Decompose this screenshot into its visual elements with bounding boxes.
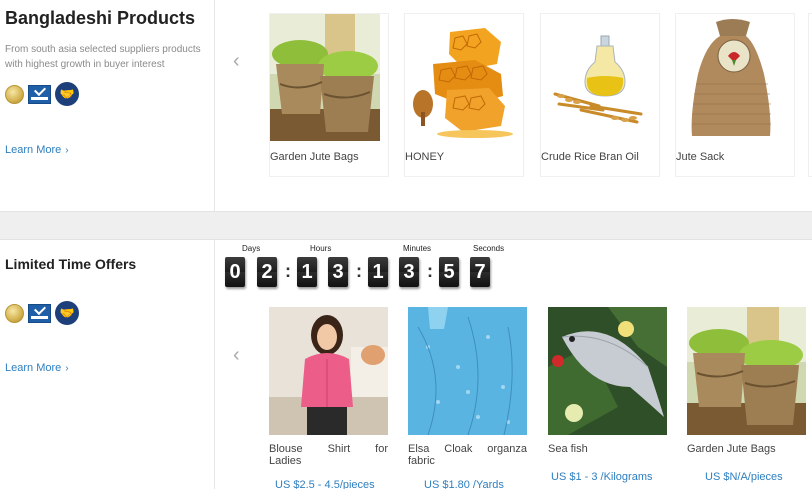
product-image	[541, 14, 651, 141]
product-price: US $1.80 /Yards	[424, 479, 504, 489]
learn-more-link[interactable]: Learn More ›	[5, 362, 69, 374]
product-card[interactable]: Blouse Shirt for Ladies US $2.5 - 4.5/pi…	[269, 307, 388, 489]
seconds-digit: 5	[439, 257, 459, 287]
supplier-badges: 🤝	[5, 301, 79, 325]
days-digit: 0	[225, 257, 245, 287]
product-image	[405, 14, 515, 141]
product-name: Elsa Cloak organza fabric	[408, 443, 527, 467]
product-image	[687, 307, 806, 435]
hours-label: Hours	[310, 244, 332, 253]
chevron-right-icon: ›	[65, 363, 69, 374]
gold-supplier-icon	[5, 84, 24, 104]
minutes-label: Minutes	[403, 244, 432, 253]
limited-time-offers-section: Limited Time Offers 🤝 Learn More › Days H…	[0, 240, 812, 489]
seconds-digit: 7	[470, 257, 490, 287]
minutes-digit: 1	[368, 257, 388, 287]
trade-assurance-icon: 🤝	[55, 301, 79, 325]
product-card[interactable]: Jute Sack	[675, 13, 795, 177]
product-card[interactable]: Sea fish US $1 - 3 /Kilograms	[548, 307, 667, 489]
product-card[interactable]: HONEY	[404, 13, 524, 177]
product-name: Blouse Shirt for Ladies	[269, 443, 388, 467]
product-name: Garden Jute Bags	[270, 151, 359, 163]
supplier-badges: 🤝	[5, 82, 79, 106]
product-card[interactable]: Elsa Cloak organza fabric US $1.80 /Yard…	[408, 307, 527, 489]
product-image	[270, 14, 380, 141]
chevron-left-icon[interactable]: ‹	[233, 345, 240, 365]
verified-icon	[28, 303, 51, 323]
product-card[interactable]: Crude Rice Bran Oil	[540, 13, 660, 177]
product-price: US $2.5 - 4.5/pieces	[275, 479, 375, 489]
seconds-label: Seconds	[473, 244, 505, 253]
chevron-right-icon: ›	[65, 145, 69, 156]
gold-supplier-icon	[5, 303, 24, 323]
section-title: Limited Time Offers	[5, 256, 137, 272]
product-image	[269, 307, 388, 435]
section-title: Bangladeshi Products	[5, 8, 196, 28]
timer-separator: :	[285, 261, 291, 281]
bangladeshi-products-section: Bangladeshi Products From south asia sel…	[0, 0, 812, 211]
product-image	[408, 307, 527, 435]
section-description: From south asia selected suppliers produ…	[5, 44, 201, 70]
days-label: Days	[242, 244, 261, 253]
section-info-panel: Bangladeshi Products From south asia sel…	[0, 0, 215, 211]
learn-more-link[interactable]: Learn More ›	[5, 144, 69, 156]
product-image	[676, 14, 786, 141]
hours-digit: 1	[297, 257, 317, 287]
product-card[interactable]: Garden Jute Bags US $N/A/pieces	[687, 307, 806, 489]
product-name: Crude Rice Bran Oil	[541, 151, 639, 163]
product-name: HONEY	[405, 151, 445, 163]
chevron-left-icon[interactable]: ‹	[233, 51, 240, 71]
trade-assurance-icon: 🤝	[55, 82, 79, 106]
product-price: US $1 - 3 /Kilograms	[551, 471, 653, 483]
timer-separator: :	[427, 261, 433, 281]
minutes-digit: 3	[399, 257, 419, 287]
product-card-partial[interactable]	[808, 13, 812, 177]
product-price: US $N/A/pieces	[705, 471, 783, 483]
product-name: Jute Sack	[676, 151, 725, 163]
verified-icon	[28, 84, 51, 104]
hours-digit: 3	[328, 257, 348, 287]
product-name: Sea fish	[548, 443, 588, 455]
product-name: Garden Jute Bags	[687, 443, 776, 455]
timer-separator: :	[356, 261, 362, 281]
days-digit: 2	[257, 257, 277, 287]
section-info-panel: Limited Time Offers 🤝 Learn More ›	[0, 240, 215, 489]
product-card[interactable]: Garden Jute Bags	[269, 13, 389, 177]
product-image	[548, 307, 667, 435]
section-divider	[0, 211, 812, 240]
